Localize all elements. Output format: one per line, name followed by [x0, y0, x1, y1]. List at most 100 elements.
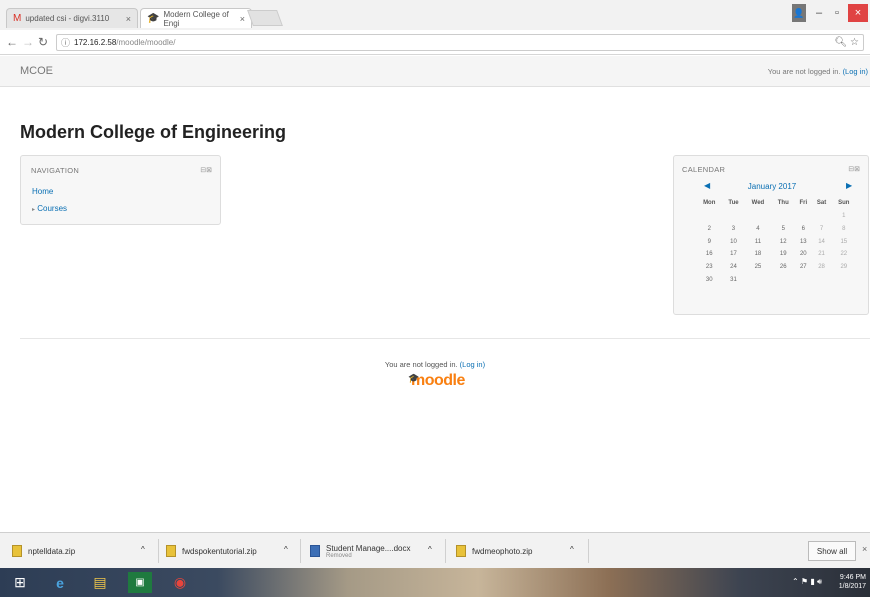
close-icon[interactable]: ×: [126, 14, 131, 24]
calendar-day[interactable]: 12: [771, 235, 795, 248]
calendar-day: [744, 210, 771, 223]
file-explorer-icon[interactable]: ▤: [88, 572, 112, 593]
calendar-day[interactable]: 28: [812, 261, 832, 274]
calendar-day: [832, 273, 856, 286]
calendar-weekday: Wed: [751, 200, 765, 206]
system-tray-icons[interactable]: ⌃ ⚑ ▮ 🔊︎: [792, 577, 822, 587]
site-brand[interactable]: MCOE: [20, 65, 53, 77]
back-arrow-icon[interactable]: ←: [6, 35, 18, 49]
calendar-day[interactable]: 31: [722, 273, 744, 286]
chevron-up-icon[interactable]: ^: [428, 545, 432, 554]
calendar-day[interactable]: 27: [795, 261, 811, 274]
calendar-day[interactable]: 3: [722, 223, 744, 236]
calendar-day[interactable]: 23: [696, 261, 722, 274]
reload-icon[interactable]: ↻: [38, 35, 48, 49]
calendar-day[interactable]: 5: [771, 223, 795, 236]
calendar-day[interactable]: 11: [744, 235, 771, 248]
download-item[interactable]: Student Manage....docx Removed: [310, 533, 411, 569]
nav-home-link[interactable]: Home: [32, 187, 53, 196]
calendar-day[interactable]: 14: [812, 235, 832, 248]
calendar-day[interactable]: 21: [812, 248, 832, 261]
calendar-day[interactable]: 4: [744, 223, 771, 236]
calendar-day[interactable]: 16: [696, 248, 722, 261]
calendar-day: [771, 273, 795, 286]
calendar-day[interactable]: 8: [832, 223, 856, 236]
calendar-day[interactable]: 1: [832, 210, 856, 223]
calendar-week: 30 31: [696, 273, 856, 286]
download-item[interactable]: nptelldata.zip: [12, 533, 75, 569]
url-path: /moodle/moodle/: [116, 38, 176, 47]
chevron-up-icon[interactable]: ^: [570, 545, 574, 554]
calendar-day[interactable]: 26: [771, 261, 795, 274]
block-controls-icon[interactable]: ⊟⊠: [200, 166, 212, 174]
tab-gmail[interactable]: M updated csi - digvi.3110 ×: [6, 8, 138, 28]
calendar-day[interactable]: 7: [812, 223, 832, 236]
store-icon[interactable]: ▣: [128, 572, 152, 593]
forward-arrow-icon[interactable]: →: [22, 35, 34, 49]
maximize-icon[interactable]: ▫: [830, 4, 844, 22]
calendar-day[interactable]: 2: [696, 223, 722, 236]
calendar-weekday: Mon: [703, 200, 716, 206]
chrome-icon[interactable]: ◉: [168, 572, 192, 593]
download-item[interactable]: fwdmeophoto.zip: [456, 533, 532, 569]
next-month-icon[interactable]: ▶: [846, 181, 852, 190]
calendar-day[interactable]: 15: [832, 235, 856, 248]
calendar-week: 2345678: [696, 223, 856, 236]
calendar-month-link[interactable]: January 2017: [674, 182, 870, 191]
calendar-day[interactable]: 30: [696, 273, 722, 286]
calendar-day[interactable]: 17: [722, 248, 744, 261]
zoom-icon[interactable]: 🔍︎: [835, 37, 848, 48]
nav-courses-link[interactable]: Courses: [37, 204, 67, 213]
calendar-weekday: Sat: [816, 200, 827, 206]
calendar-day[interactable]: 24: [722, 261, 744, 274]
clock-time: 9:46 PM: [839, 574, 866, 581]
footer-login-info: You are not logged in. (Log in): [0, 360, 870, 369]
url-input[interactable]: ⓘ 172.16.2.58/moodle/moodle/ 🔍︎ ☆: [56, 34, 864, 51]
chevron-up-icon[interactable]: ^: [141, 545, 145, 554]
internet-explorer-icon[interactable]: e: [48, 572, 72, 593]
calendar-day[interactable]: 13: [795, 235, 811, 248]
new-tab-button[interactable]: [247, 10, 283, 26]
calendar-day[interactable]: 29: [832, 261, 856, 274]
chevron-up-icon[interactable]: ^: [284, 545, 288, 554]
system-clock[interactable]: 9:46 PM 1/8/2017: [839, 573, 866, 591]
minimize-icon[interactable]: –: [812, 4, 826, 22]
calendar-day[interactable]: 6: [795, 223, 811, 236]
calendar-day[interactable]: 20: [795, 248, 811, 261]
browser-tab-strip: M updated csi - digvi.3110 × 🎓 Modern Co…: [0, 0, 870, 30]
info-icon[interactable]: ⓘ: [61, 36, 70, 49]
windows-start-icon[interactable]: ⊞: [8, 572, 32, 593]
calendar-day[interactable]: 10: [722, 235, 744, 248]
calendar-weekday: Tue: [728, 200, 739, 206]
calendar-weekday: Sun: [838, 200, 850, 206]
block-controls-icon[interactable]: ⊟⊠: [848, 165, 860, 173]
calendar-day[interactable]: 25: [744, 261, 771, 274]
bookmark-star-icon[interactable]: ☆: [850, 37, 859, 48]
tab-moodle[interactable]: 🎓 Modern College of Engi ×: [140, 8, 252, 28]
user-profile-icon[interactable]: 👤: [792, 4, 806, 22]
address-bar: ← → ↻ ⓘ 172.16.2.58/moodle/moodle/ 🔍︎ ☆: [0, 30, 870, 55]
docx-file-icon: [310, 545, 320, 557]
calendar-day: [795, 273, 811, 286]
download-filename: nptelldata.zip: [28, 546, 76, 556]
footer-login-link[interactable]: (Log in): [460, 360, 485, 369]
close-icon[interactable]: ×: [862, 544, 867, 554]
nav-courses-item[interactable]: ▸ Courses: [32, 204, 67, 213]
window-close-icon[interactable]: ×: [848, 4, 868, 22]
moodle-logo[interactable]: 🎓 moodle: [408, 372, 465, 390]
calendar-day[interactable]: 9: [696, 235, 722, 248]
close-icon[interactable]: ×: [240, 14, 245, 24]
calendar-day: [744, 273, 771, 286]
login-link[interactable]: (Log in): [843, 67, 868, 76]
calendar-day[interactable]: 22: [832, 248, 856, 261]
show-all-button[interactable]: Show all: [808, 541, 856, 561]
calendar-week: 1: [696, 210, 856, 223]
page-title: Modern College of Engineering: [20, 122, 287, 142]
calendar-block: CALENDAR ⊟⊠ ◀ January 2017 ▶ Mon Tue Wed Th…: [673, 155, 869, 315]
calendar-day[interactable]: 19: [771, 248, 795, 261]
calendar-day: [812, 210, 832, 223]
calendar-day: [696, 210, 722, 223]
download-item[interactable]: fwdspokentutorial.zip: [166, 533, 257, 569]
calendar-day[interactable]: 18: [744, 248, 771, 261]
graduation-cap-icon: 🎓: [408, 373, 419, 383]
